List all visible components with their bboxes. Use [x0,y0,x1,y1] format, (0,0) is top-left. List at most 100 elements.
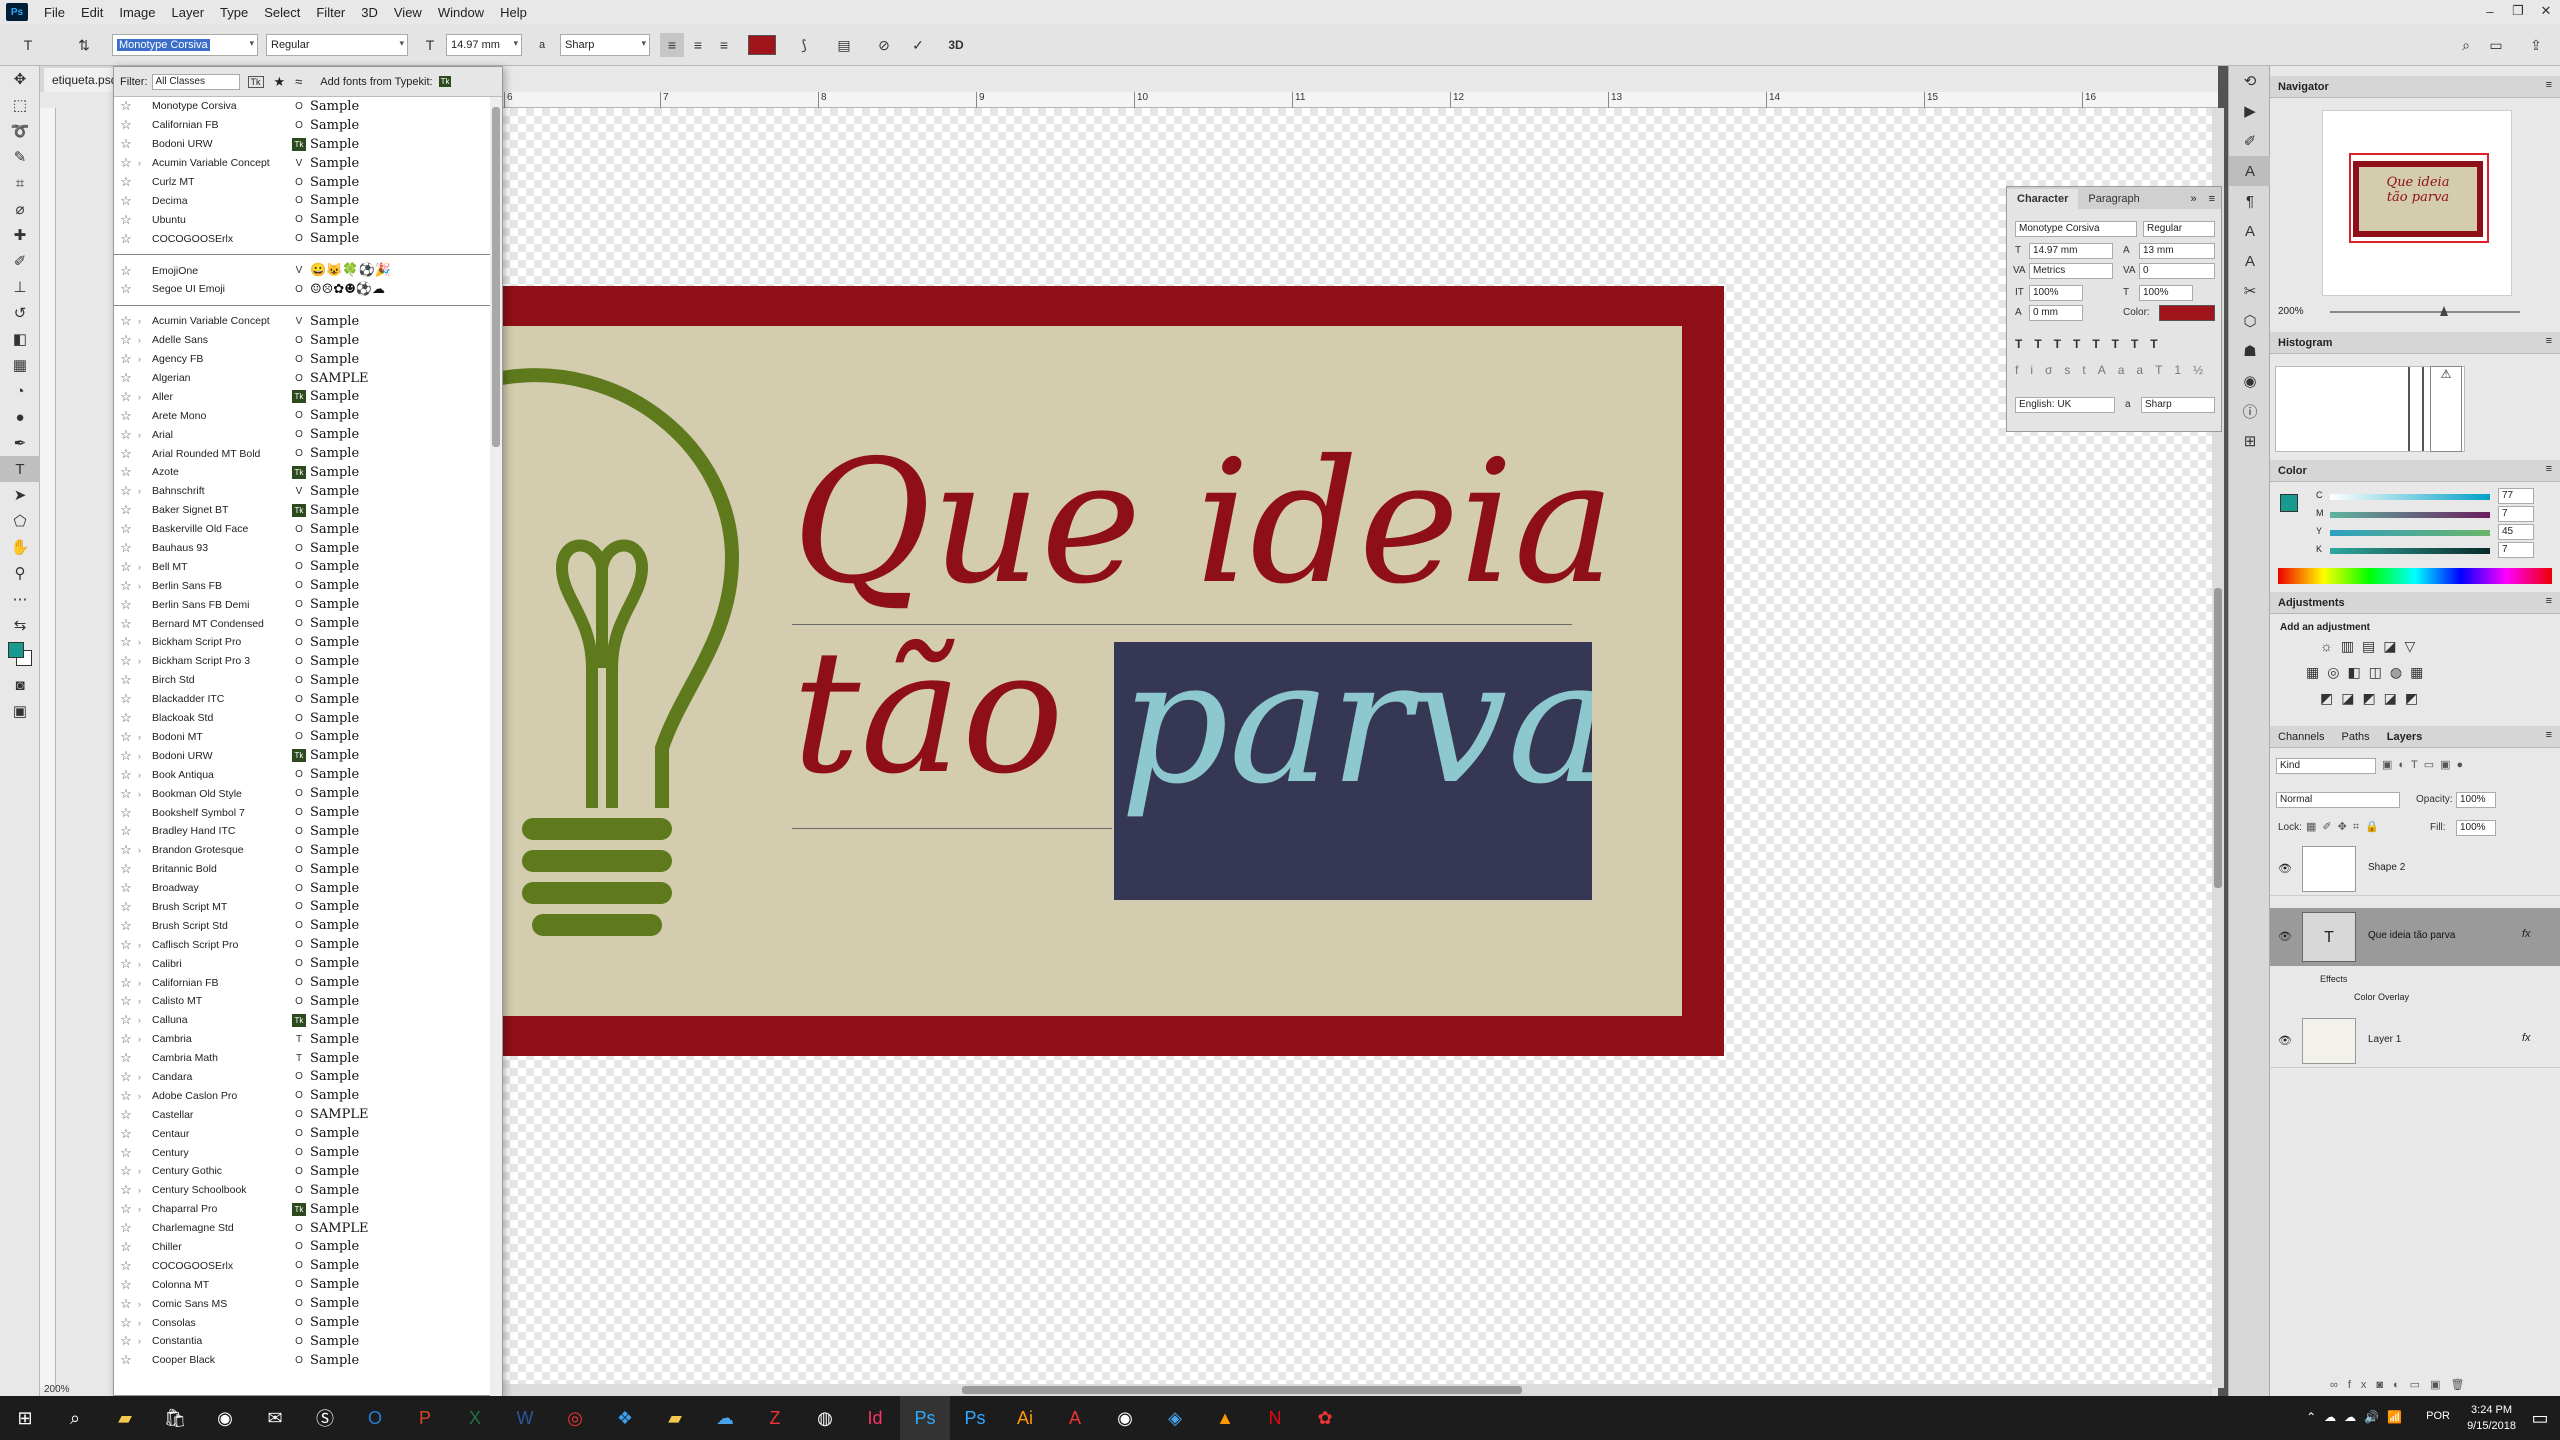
font-list-item[interactable]: ☆ › Bell MT O Sample [114,557,490,576]
font-list-item[interactable]: ☆ Monotype Corsiva O Sample [114,97,490,116]
swap-colors-icon[interactable]: ⇆ [0,612,40,638]
layer-row-selected[interactable]: 👁 T Que ideia tão parva fx [2270,908,2560,966]
favorite-star-icon[interactable]: ☆ [114,1163,138,1179]
favorite-star-icon[interactable]: ☆ [114,1315,138,1331]
adjustment-icons-row-1[interactable]: ☼▥▤◪▽ [2320,638,2423,655]
tab-layers[interactable]: Layers [2387,731,2422,743]
panel-menu-icon[interactable]: ≡ [2546,335,2552,347]
font-list-item[interactable]: ☆ › Comic Sans MS O Sample [114,1294,490,1313]
font-list-item[interactable]: ☆ › Book Antiqua O Sample [114,765,490,784]
expand-arrow-icon[interactable]: › [138,1091,152,1101]
font-list-item[interactable]: ☆ Cooper Black O Sample [114,1351,490,1370]
panel-menu-icon[interactable]: ≡ [2546,79,2552,91]
favorite-star-icon[interactable]: ☆ [114,880,138,896]
expand-arrow-icon[interactable]: › [138,770,152,780]
libraries-icon[interactable]: ☗ [2229,336,2271,366]
expand-arrow-icon[interactable]: › [138,959,152,969]
excel-icon[interactable]: X [450,1396,500,1440]
type-style-buttons[interactable]: TTTTTTTT [2015,337,2215,351]
panel-menu-icon[interactable]: ≡ [2546,463,2552,475]
headline-line-2-word-1[interactable]: tão [792,628,1064,798]
menu-type[interactable]: Type [212,5,256,20]
favorites-filter-icon[interactable]: ★ [274,74,286,90]
lock-icons[interactable]: ▦✐✥⌗🔒 [2306,820,2385,834]
font-list-item[interactable]: ☆ › Century Schoolbook O Sample [114,1181,490,1200]
font-list-item[interactable]: ☆ Berlin Sans FB Demi O Sample [114,595,490,614]
favorite-star-icon[interactable]: ☆ [114,653,138,669]
favorite-star-icon[interactable]: ☆ [114,993,138,1009]
navigator-thumbnail[interactable]: Que ideia tão parva [2322,110,2512,296]
font-list-item[interactable]: ☆ › Acumin Variable Concept V Sample [114,154,490,173]
layers-footer-icons[interactable]: ∞fx◙◐▭▣🗑 [2330,1378,2474,1391]
minimize-icon[interactable]: – [2476,0,2504,22]
more-tools-icon[interactable]: ⋯ [0,586,40,612]
font-list-item[interactable]: ☆ › Calluna Tk Sample [114,1011,490,1030]
expand-arrow-icon[interactable]: › [138,562,152,572]
char-leading-field[interactable]: 13 mm [2139,243,2215,259]
font-list-item[interactable]: ☆ Decima O Sample [114,191,490,210]
panel-menu-icon[interactable]: ≡ [2546,729,2552,741]
align-right-icon[interactable]: ≡ [712,33,736,57]
favorite-star-icon[interactable]: ☆ [114,446,138,462]
font-list-item[interactable]: ☆ › Consolas O Sample [114,1313,490,1332]
font-list-item[interactable]: ☆ EmojiOne V 😀😺🍀⚽🎉 [114,261,490,280]
tab-character[interactable]: Character [2007,189,2079,209]
favorite-star-icon[interactable]: ☆ [114,842,138,858]
headline-line-1[interactable]: Que ideia [792,438,1615,608]
favorite-star-icon[interactable]: ☆ [114,281,138,297]
favorite-star-icon[interactable]: ☆ [114,313,138,329]
char-language-select[interactable]: English: UK [2015,397,2115,413]
font-list-item[interactable]: ☆ Azote Tk Sample [114,463,490,482]
workspace-icon[interactable]: ▭ [2484,33,2508,57]
font-list-item[interactable]: ☆ › Bodoni MT O Sample [114,728,490,747]
favorite-star-icon[interactable]: ☆ [114,861,138,877]
commit-icon[interactable]: ✓ [906,33,930,57]
favorite-star-icon[interactable]: ☆ [114,729,138,745]
histogram-header[interactable]: Histogram ≡ [2270,332,2560,354]
lasso-tool-icon[interactable]: ➰ [0,118,40,144]
antialias-select[interactable]: Sharp ▾ [560,34,650,56]
font-list-item[interactable]: ☆ Colonna MT O Sample [114,1275,490,1294]
char-kerning-field[interactable]: Metrics [2029,263,2113,279]
dropbox-icon[interactable]: ❖ [600,1396,650,1440]
adjustment-icons-row-2[interactable]: ▦◎◧◫◍▦ [2306,664,2431,681]
color-spectrum[interactable] [2278,568,2552,584]
favorite-star-icon[interactable]: ☆ [114,1031,138,1047]
history-brush-tool-icon[interactable]: ↺ [0,300,40,326]
close-icon[interactable]: ✕ [2532,0,2560,22]
photoshop-taskbar-icon[interactable]: Ps [900,1396,950,1440]
font-list-item[interactable]: ☆ COCOGOOSErlx O Sample [114,229,490,248]
favorite-star-icon[interactable]: ☆ [114,464,138,480]
favorite-star-icon[interactable]: ☆ [114,616,138,632]
font-list-item[interactable]: ☆ Charlemagne Std O SAMPLE [114,1219,490,1238]
favorite-star-icon[interactable]: ☆ [114,1296,138,1312]
powerpoint-icon[interactable]: P [400,1396,450,1440]
menu-help[interactable]: Help [492,5,535,20]
tab-paragraph[interactable]: Paragraph [2078,189,2149,209]
font-list-item[interactable]: ☆ Castellar O SAMPLE [114,1105,490,1124]
menu-window[interactable]: Window [430,5,492,20]
favorite-star-icon[interactable]: ☆ [114,332,138,348]
font-list-item[interactable]: ☆ › Aller Tk Sample [114,387,490,406]
font-list-item[interactable]: ☆ Bookshelf Symbol 7 O Sample [114,803,490,822]
scroll-thumb[interactable] [492,107,500,447]
favorite-star-icon[interactable]: ☆ [114,1050,138,1066]
expand-arrow-icon[interactable]: › [138,845,152,855]
char-font-select[interactable]: Monotype Corsiva [2015,221,2137,237]
favorite-star-icon[interactable]: ☆ [114,1182,138,1198]
expand-arrow-icon[interactable]: › [138,789,152,799]
font-list-item[interactable]: ☆ › Calisto MT O Sample [114,992,490,1011]
font-list-item[interactable]: ☆ › Calibri O Sample [114,954,490,973]
headline-line-2-word-2[interactable]: parva [1120,642,1592,808]
scroll-thumb[interactable] [2214,588,2222,888]
store-icon[interactable]: 🛍 [150,1396,200,1440]
font-list-item[interactable]: ☆ Brush Script Std O Sample [114,916,490,935]
collapse-icon[interactable]: » [2184,189,2202,209]
favorite-star-icon[interactable]: ☆ [114,634,138,650]
favorite-star-icon[interactable]: ☆ [114,540,138,556]
opacity-field[interactable]: 100% [2456,792,2496,808]
favorite-star-icon[interactable]: ☆ [114,483,138,499]
netflix-icon[interactable]: N [1250,1396,1300,1440]
blur-tool-icon[interactable]: ◔ [0,378,40,404]
crop-tool-icon[interactable]: ⌗ [0,170,40,196]
